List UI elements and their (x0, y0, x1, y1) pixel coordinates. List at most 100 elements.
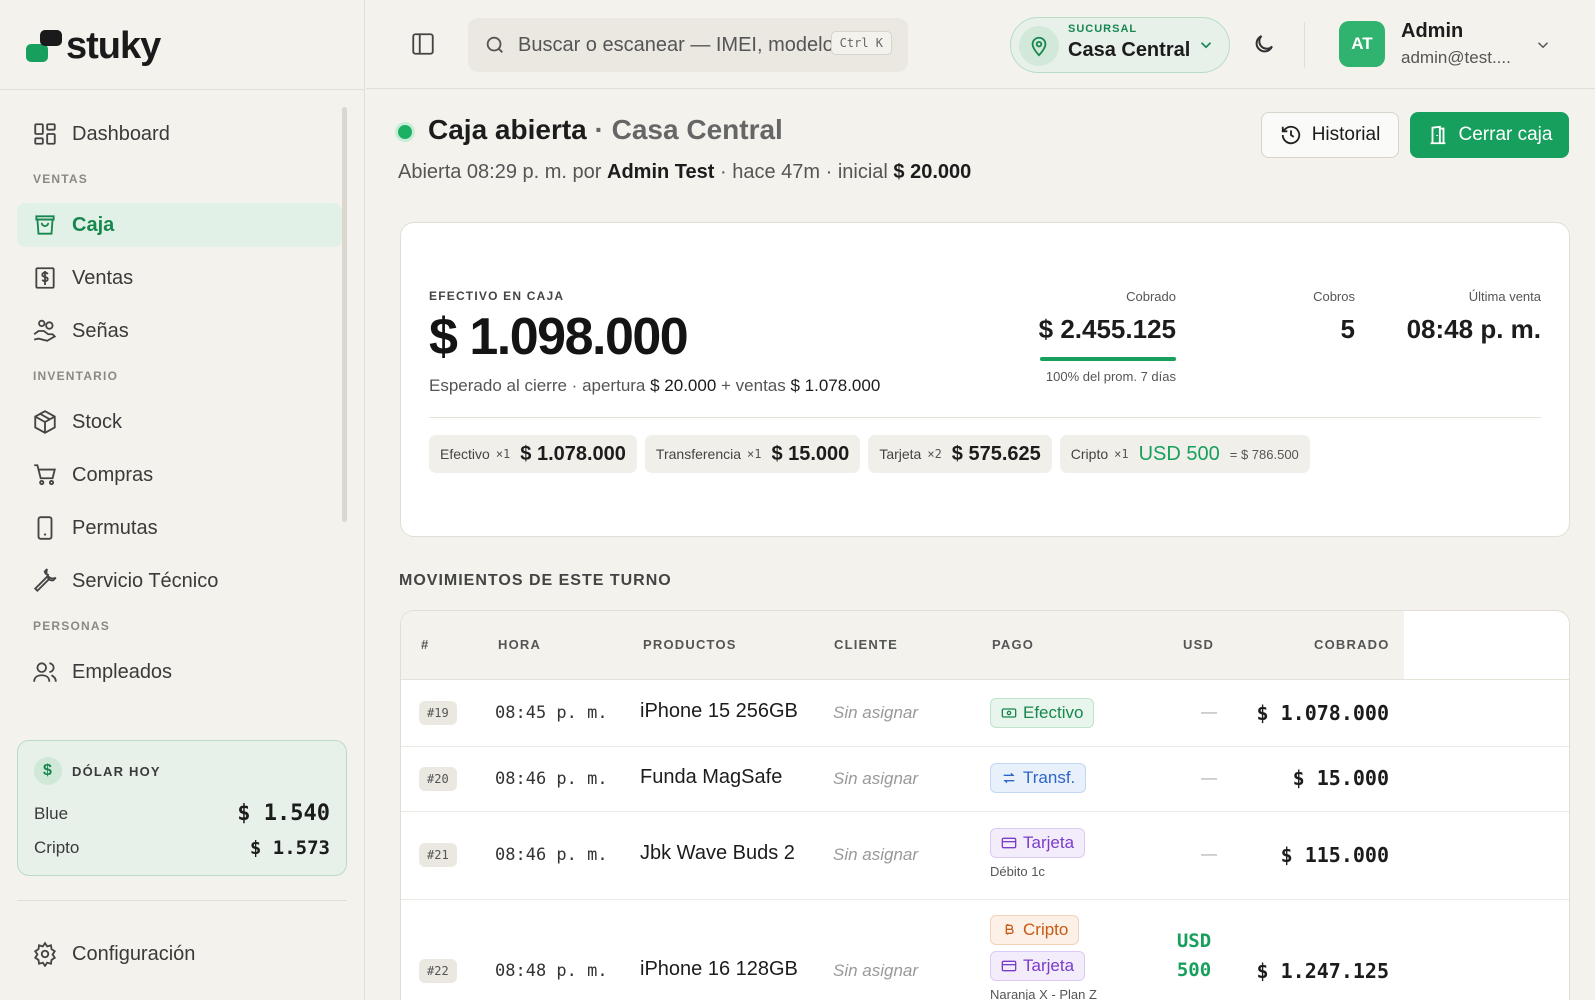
caja-opened-info: Abierta 08:29 p. m. por Admin Test · hac… (398, 161, 972, 183)
topbar: Ctrl K SUCURSAL Casa Central AT Admin ad… (366, 0, 1595, 89)
sidebar-nav: Dashboard VENTAS Caja Ventas Señas INVEN… (17, 112, 342, 722)
row-cliente: Sin asignar (833, 845, 919, 864)
row-usd: — (1201, 704, 1217, 721)
sidebar-item-servicio-tecnico[interactable]: Servicio Técnico (17, 559, 342, 603)
row-cliente: Sin asignar (833, 961, 919, 980)
user-email: admin@test.... (1401, 48, 1511, 67)
chip-cripto: Cripto ×1 USD 500 = $ 786.500 (1059, 435, 1310, 473)
row-id: #22 (419, 959, 457, 983)
row-id: #21 (419, 843, 457, 867)
theme-toggle-button[interactable] (1252, 32, 1276, 56)
row-hora: 08:45 p. m. (495, 703, 608, 723)
row-producto: iPhone 15 256GB (640, 700, 798, 722)
sidebar-item-caja[interactable]: Caja (17, 203, 342, 247)
panel-left-icon (412, 33, 434, 55)
dolar-row-cripto: Cripto $ 1.573 (34, 837, 330, 859)
row-cobrado: $ 115.000 (1280, 843, 1389, 867)
card-icon (1001, 837, 1017, 849)
cart-icon (34, 464, 56, 486)
avatar[interactable]: AT (1339, 21, 1385, 67)
wrench-icon (33, 568, 57, 593)
dolar-widget: $ DÓLAR HOY Blue $ 1.540 Cripto $ 1.573 (17, 740, 347, 876)
user-menu-button[interactable] (1534, 36, 1552, 54)
logo[interactable]: stuky (26, 24, 161, 67)
dollar-icon: $ (34, 757, 62, 785)
smartphone-icon (37, 516, 53, 540)
sidebar-item-permutas[interactable]: Permutas (17, 506, 342, 550)
divider (1304, 22, 1305, 68)
payment-badge: Cripto (990, 915, 1080, 945)
gear-icon (33, 941, 57, 967)
chip-transferencia: Transferencia ×1 $ 15.000 (644, 435, 861, 473)
col-header-id: # (421, 637, 430, 652)
cash-amount: $ 1.098.000 (429, 308, 689, 366)
history-icon (1281, 125, 1300, 145)
chevron-down-icon (1537, 42, 1549, 49)
shortcut-hint: Ctrl K (830, 31, 892, 55)
brand-name: stuky (66, 24, 161, 67)
search-input[interactable] (518, 33, 838, 57)
col-header-cliente[interactable]: CLIENTE (834, 611, 898, 679)
chevron-down-icon (1200, 42, 1212, 49)
sidebar-item-configuracion[interactable]: Configuración (17, 932, 347, 976)
cash-summary-card: EFECTIVO EN CAJA $ 1.098.000 Esperado al… (400, 222, 1570, 537)
cash-icon (1001, 708, 1017, 718)
row-hora: 08:46 p. m. (495, 845, 608, 865)
col-header-pago[interactable]: PAGO (992, 611, 1034, 679)
sidebar-item-label: Configuración (72, 942, 196, 965)
sidebar-item-label: Empleados (72, 660, 173, 683)
page-title: Caja abierta · Casa Central (428, 114, 783, 145)
sidebar-item-ventas[interactable]: Ventas (17, 256, 342, 300)
logo-mark-icon (26, 28, 62, 64)
status-dot-icon (398, 125, 412, 139)
users-icon (33, 662, 57, 682)
nav-section-ventas: VENTAS (33, 172, 88, 186)
cerrar-caja-button[interactable]: Cerrar caja (1410, 112, 1569, 158)
sidebar-item-senas[interactable]: Señas (17, 309, 342, 353)
row-usd: USD 500 (1176, 930, 1212, 981)
divider (17, 900, 347, 901)
sidebar-item-compras[interactable]: Compras (17, 453, 342, 497)
row-usd: — (1201, 770, 1217, 787)
door-icon (1430, 125, 1445, 145)
transfer-icon (1003, 772, 1015, 784)
historial-button[interactable]: Historial (1261, 112, 1399, 158)
sidebar: stuky Dashboard VENTAS Caja Ventas Señas… (0, 0, 365, 1000)
sucursal-label: SUCURSAL (1068, 23, 1138, 35)
sidebar-item-label: Señas (72, 319, 129, 342)
map-pin-icon (1031, 36, 1047, 57)
payment-detail: Débito 1c (990, 864, 1045, 879)
col-header-productos[interactable]: PRODUCTOS (643, 611, 737, 679)
payment-badge: Tarjeta (990, 828, 1086, 858)
shopping-bag-icon (35, 215, 55, 235)
payment-method-chips: Efectivo ×1 $ 1.078.000 Transferencia ×1 $ 1… (429, 435, 1310, 473)
sucursal-selector[interactable]: SUCURSAL Casa Central (1010, 17, 1230, 73)
row-producto: Jbk Wave Buds 2 (640, 842, 795, 864)
card-icon (1001, 960, 1017, 972)
user-name[interactable]: Admin (1401, 20, 1463, 43)
row-cobrado: $ 1.247.125 (1256, 959, 1389, 983)
col-header-usd[interactable]: USD (1183, 611, 1214, 679)
col-header-hora[interactable]: HORA (498, 611, 541, 679)
search-bar[interactable]: Ctrl K (468, 18, 908, 72)
row-hora: 08:48 p. m. (495, 961, 608, 981)
row-cliente: Sin asignar (833, 703, 919, 722)
package-icon (34, 410, 56, 434)
expected-close-info: Esperado al cierre · apertura $ 20.000 +… (429, 376, 881, 395)
sidebar-item-empleados[interactable]: Empleados (17, 650, 342, 694)
sidebar-item-dashboard[interactable]: Dashboard (17, 112, 342, 156)
sidebar-scrollbar[interactable] (342, 107, 347, 522)
page-subtitle: · Casa Central (594, 114, 783, 145)
sidebar-item-stock[interactable]: Stock (17, 400, 342, 444)
dolar-title: DÓLAR HOY (72, 763, 161, 779)
sidebar-item-label: Stock (72, 410, 123, 433)
stat-cobros: Cobros 5 (1313, 289, 1355, 344)
stat-cobrado: Cobrado $ 2.455.125 (1038, 289, 1176, 344)
sidebar-toggle-button[interactable] (410, 31, 436, 57)
sidebar-item-label: Compras (72, 463, 154, 486)
sidebar-item-label: Ventas (72, 266, 134, 289)
dolar-row-blue: Blue $ 1.540 (34, 801, 330, 826)
payment-detail: Naranja X - Plan Z (990, 987, 1097, 1000)
row-producto: iPhone 16 128GB (640, 958, 798, 980)
col-header-cobrado[interactable]: COBRADO (1314, 611, 1390, 679)
